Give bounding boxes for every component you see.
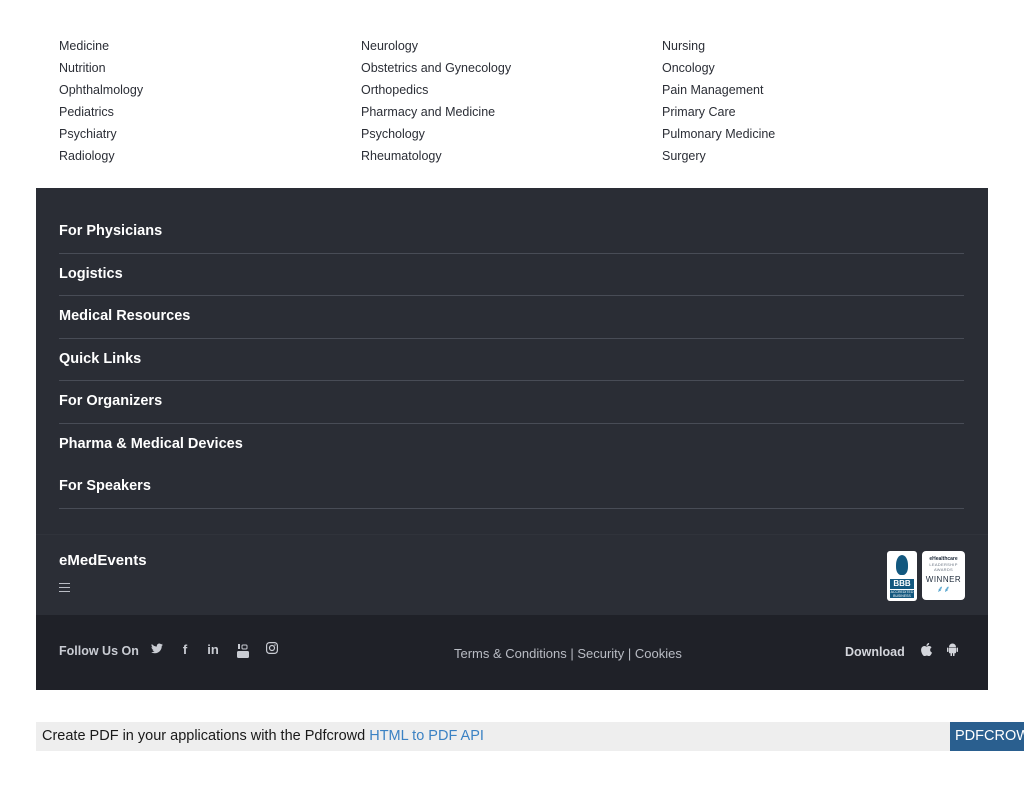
pdf-promo-text: Create PDF in your applications with the…: [42, 728, 484, 744]
html-to-pdf-link[interactable]: HTML to PDF API: [369, 728, 484, 744]
specialty-column-3: Nursing Oncology Pain Management Primary…: [662, 38, 775, 170]
specialty-link-surgery[interactable]: Surgery: [662, 148, 775, 170]
specialty-link-pediatrics[interactable]: Pediatrics: [59, 104, 143, 126]
android-icon[interactable]: [945, 643, 959, 659]
specialty-link-psychiatry[interactable]: Psychiatry: [59, 126, 143, 148]
accordion-label: Quick Links: [59, 350, 142, 367]
specialty-link-pharmacy[interactable]: Pharmacy and Medicine: [361, 104, 511, 126]
bbb-badge[interactable]: BBB ACCREDITED BUSINESS: [887, 551, 917, 601]
youtube-icon[interactable]: [235, 644, 251, 660]
laurel-icon: ⸙⸙: [936, 584, 951, 594]
accordion-label: Pharma & Medical Devices: [59, 435, 243, 452]
specialty-column-2: Neurology Obstetrics and Gynecology Orth…: [361, 38, 511, 170]
specialty-link-neurology[interactable]: Neurology: [361, 38, 511, 60]
specialty-link-nursing[interactable]: Nursing: [662, 38, 775, 60]
pdfcrowd-badge[interactable]: PDFCROWD: [950, 722, 1024, 751]
pdf-promo-bar: Create PDF in your applications with the…: [36, 722, 950, 751]
linkedin-icon[interactable]: in: [205, 642, 221, 657]
accordion-quick-links[interactable]: Quick Links: [59, 339, 964, 381]
specialty-link-rheumatology[interactable]: Rheumatology: [361, 148, 511, 170]
pdfcrowd-badge-label: PDFCROWD: [955, 728, 1024, 744]
accordion-logistics[interactable]: Logistics: [59, 254, 964, 296]
brand-bar: eMedEvents BBB ACCREDITED BUSINESS eHeal…: [36, 534, 988, 615]
pdf-promo-label: Create PDF in your applications with the…: [42, 728, 370, 744]
footer-bottom-bar: Follow Us On f in Terms & Conditions | S…: [36, 615, 988, 690]
accordion-label: For Physicians: [59, 223, 163, 239]
specialty-link-oncology[interactable]: Oncology: [662, 60, 775, 82]
cookies-link[interactable]: Cookies: [635, 646, 682, 661]
legal-separator: |: [566, 646, 578, 661]
twitter-icon[interactable]: [149, 642, 165, 657]
specialty-link-ophthalmology[interactable]: Ophthalmology: [59, 82, 143, 104]
security-link[interactable]: Security: [577, 646, 624, 661]
terms-link[interactable]: Terms & Conditions: [454, 646, 567, 661]
facebook-icon[interactable]: f: [177, 642, 193, 657]
award-line-3: WINNER: [925, 575, 962, 584]
instagram-icon[interactable]: [264, 642, 280, 657]
bbb-text: BBB: [890, 579, 914, 589]
legal-separator: |: [624, 646, 635, 661]
brand-name[interactable]: eMedEvents: [59, 552, 147, 569]
specialty-column-1: Medicine Nutrition Ophthalmology Pediatr…: [59, 38, 143, 170]
bbb-torch-icon: [896, 555, 908, 575]
specialty-link-pulmonary[interactable]: Pulmonary Medicine: [662, 126, 775, 148]
accordion-label: For Speakers: [59, 478, 151, 494]
accordion-medical-resources[interactable]: Medical Resources: [59, 296, 964, 339]
specialty-link-primary-care[interactable]: Primary Care: [662, 104, 775, 126]
specialty-link-medicine[interactable]: Medicine: [59, 38, 143, 60]
follow-us-label: Follow Us On: [59, 644, 139, 658]
award-line-2: LEADERSHIP AWARDS: [929, 562, 958, 572]
accordion-for-organizers[interactable]: For Organizers: [59, 381, 964, 424]
hamburger-icon[interactable]: [59, 583, 70, 593]
apple-icon[interactable]: [919, 642, 933, 659]
specialty-link-nutrition[interactable]: Nutrition: [59, 60, 143, 82]
specialty-link-pain-management[interactable]: Pain Management: [662, 82, 775, 104]
site-footer: For Physicians Logistics Medical Resourc…: [36, 188, 988, 690]
specialty-link-psychology[interactable]: Psychology: [361, 126, 511, 148]
specialty-link-radiology[interactable]: Radiology: [59, 148, 143, 170]
accordion-label: Medical Resources: [59, 308, 191, 324]
ehealthcare-award-badge[interactable]: eHealthcare LEADERSHIP AWARDS WINNER ⸙⸙: [922, 551, 965, 600]
legal-links: Terms & Conditions | Security | Cookies: [454, 646, 682, 661]
accordion-for-speakers[interactable]: For Speakers: [59, 466, 964, 509]
specialty-link-obstetrics[interactable]: Obstetrics and Gynecology: [361, 60, 511, 82]
download-label: Download: [845, 645, 905, 659]
specialty-link-orthopedics[interactable]: Orthopedics: [361, 82, 511, 104]
accordion-label: For Organizers: [59, 393, 163, 409]
accordion-pharma-medical-devices[interactable]: Pharma & Medical Devices: [59, 424, 964, 467]
accordion-for-physicians[interactable]: For Physicians: [59, 211, 964, 254]
accordion-label: Logistics: [59, 265, 123, 282]
footer-accordion: For Physicians Logistics Medical Resourc…: [59, 211, 964, 509]
bbb-subtext: ACCREDITED BUSINESS: [890, 590, 914, 598]
